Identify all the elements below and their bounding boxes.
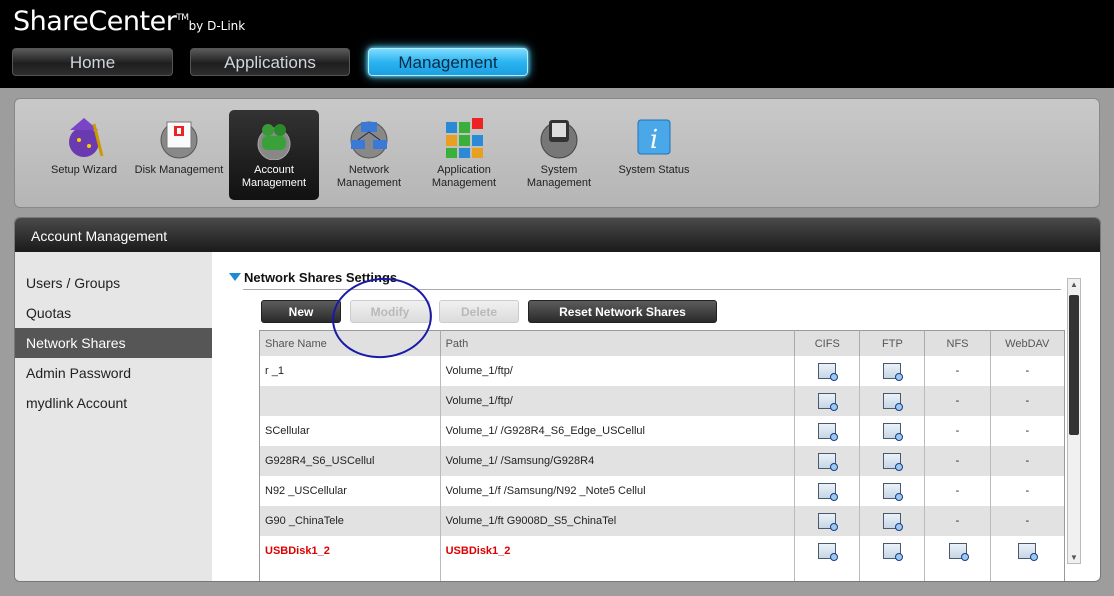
column-cifs[interactable]: CIFS xyxy=(794,330,861,356)
column-path[interactable]: Path xyxy=(440,330,796,356)
ftp-settings-icon[interactable] xyxy=(883,513,904,531)
network-shares-table: Share Name Path CIFS FTP NFS WebDAV r _1… xyxy=(259,330,1065,581)
table-row[interactable]: N92 _USCellular Volume_1/f /Samsung/N92 … xyxy=(259,476,1065,506)
sidebar-item-quotas[interactable]: Quotas xyxy=(15,298,212,328)
account-icon xyxy=(252,116,296,161)
tab-applications[interactable]: Applications xyxy=(190,48,350,76)
table-row[interactable]: G928R4_S6_USCellul Volume_1/ /Samsung/G9… xyxy=(259,446,1065,476)
scroll-up-icon[interactable]: ▲ xyxy=(1070,280,1078,289)
system-management-button[interactable]: System Management xyxy=(514,110,604,200)
cifs-settings-icon[interactable] xyxy=(818,363,839,381)
table-row[interactable]: r _1 Volume_1/ftp/ - - xyxy=(259,356,1065,386)
info-icon: i xyxy=(632,116,676,160)
scroll-down-icon[interactable]: ▼ xyxy=(1070,553,1078,562)
application-management-button[interactable]: Application Management xyxy=(419,110,509,200)
cifs-settings-icon[interactable] xyxy=(818,543,839,561)
new-button[interactable]: New xyxy=(261,300,341,323)
system-icon xyxy=(537,116,581,160)
cifs-settings-icon[interactable] xyxy=(818,453,839,471)
cifs-settings-icon[interactable] xyxy=(818,423,839,441)
cifs-settings-icon[interactable] xyxy=(818,483,839,501)
system-status-button[interactable]: i System Status xyxy=(609,110,699,200)
table-row[interactable]: Volume_1/ftp/ - - xyxy=(259,386,1065,416)
application-icon xyxy=(442,116,486,160)
reset-network-shares-button[interactable]: Reset Network Shares xyxy=(528,300,717,323)
column-nfs[interactable]: NFS xyxy=(924,330,991,356)
tab-management[interactable]: Management xyxy=(368,48,528,76)
wizard-icon xyxy=(62,116,106,160)
column-ftp[interactable]: FTP xyxy=(859,330,926,356)
table-row[interactable]: G90 _ChinaTele Volume_1/ft G9008D_S5_Chi… xyxy=(259,506,1065,536)
ftp-settings-icon[interactable] xyxy=(883,363,904,381)
sidebar: Users / Groups Quotas Network Shares Adm… xyxy=(15,252,212,581)
network-management-button[interactable]: Network Management xyxy=(324,110,414,200)
collapse-triangle-icon xyxy=(229,273,241,281)
ftp-settings-icon[interactable] xyxy=(883,453,904,471)
sidebar-item-users-groups[interactable]: Users / Groups xyxy=(15,268,212,298)
cifs-settings-icon[interactable] xyxy=(818,393,839,411)
ftp-settings-icon[interactable] xyxy=(883,543,904,561)
tab-home[interactable]: Home xyxy=(12,48,173,76)
account-management-button[interactable]: Account Management xyxy=(229,110,319,200)
table-row xyxy=(259,566,1065,581)
sidebar-item-admin-password[interactable]: Admin Password xyxy=(15,358,212,388)
network-icon xyxy=(347,116,391,160)
disk-icon xyxy=(157,116,201,160)
sidebar-item-network-shares[interactable]: Network Shares xyxy=(15,328,212,358)
top-header: ShareCenterTMby D-Link Home Applications… xyxy=(0,0,1114,88)
table-row[interactable]: USBDisk1_2 USBDisk1_2 xyxy=(259,536,1065,566)
account-management-panel: Account Management Users / Groups Quotas… xyxy=(14,217,1101,582)
setup-wizard-button[interactable]: Setup Wizard xyxy=(39,110,129,200)
ftp-settings-icon[interactable] xyxy=(883,483,904,501)
sidebar-item-mydlink-account[interactable]: mydlink Account xyxy=(15,388,212,418)
column-webdav[interactable]: WebDAV xyxy=(990,330,1065,356)
webdav-settings-icon[interactable] xyxy=(1018,543,1039,561)
ftp-settings-icon[interactable] xyxy=(883,423,904,441)
delete-button[interactable]: Delete xyxy=(439,300,519,323)
scrollbar-thumb[interactable] xyxy=(1069,295,1079,435)
content-scrollbar[interactable]: ▲ ▼ xyxy=(1067,278,1081,564)
management-toolbar: Setup Wizard Disk Management Account Man… xyxy=(14,98,1100,208)
svg-text:i: i xyxy=(650,125,658,155)
panel-title: Account Management xyxy=(15,218,1100,252)
disk-management-button[interactable]: Disk Management xyxy=(134,110,224,200)
cifs-settings-icon[interactable] xyxy=(818,513,839,531)
nfs-settings-icon[interactable] xyxy=(948,543,969,561)
brand-logo: ShareCenterTMby D-Link xyxy=(13,6,246,37)
table-row[interactable]: SCellular Volume_1/ /G928R4_S6_Edge_USCe… xyxy=(259,416,1065,446)
ftp-settings-icon[interactable] xyxy=(883,393,904,411)
